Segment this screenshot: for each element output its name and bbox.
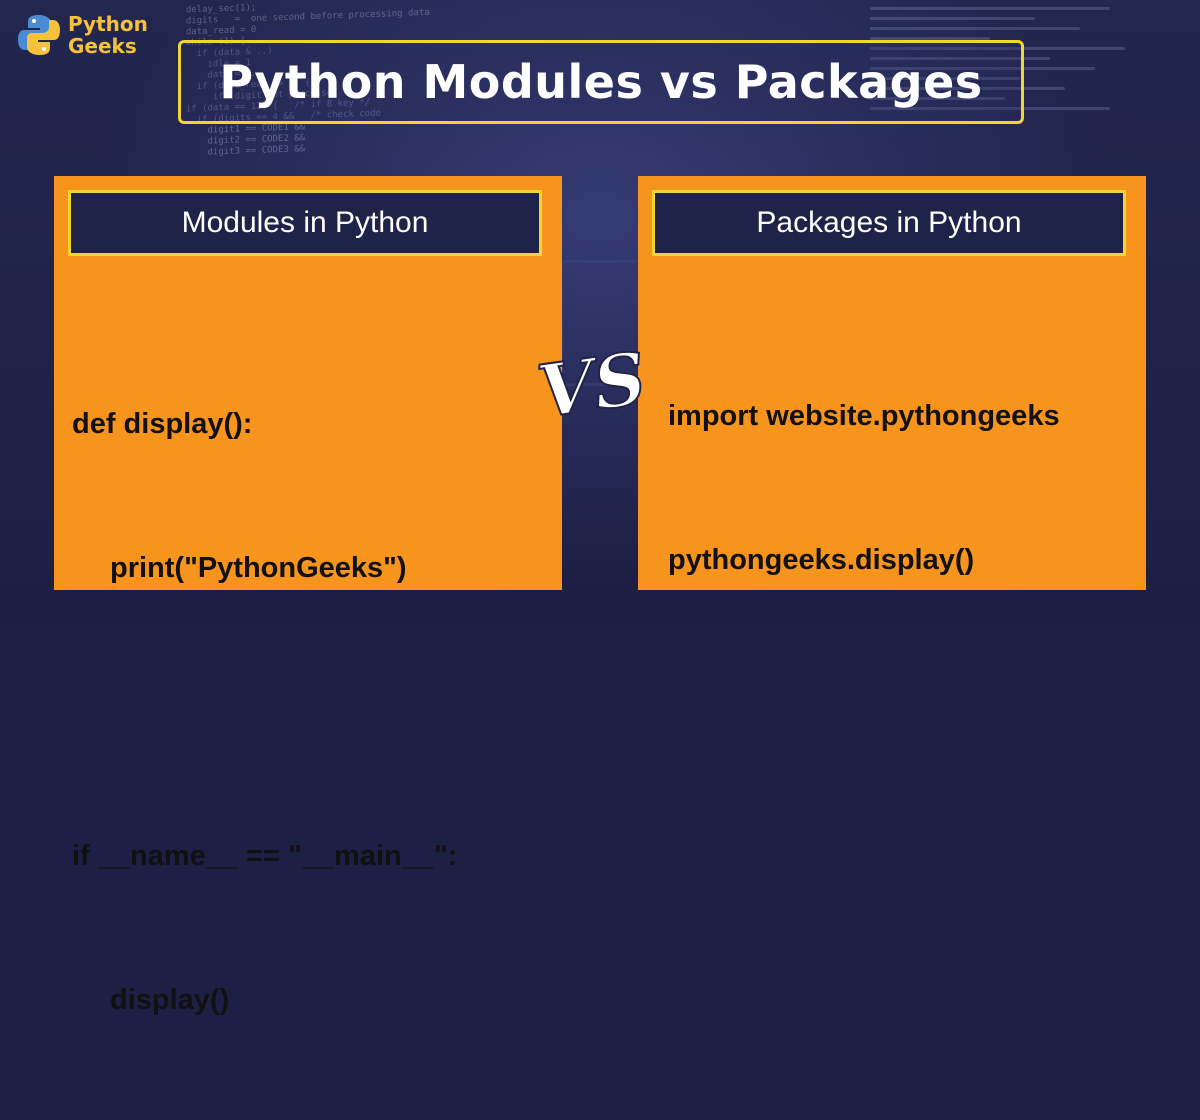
packages-code-block: import website.pythongeeks pythongeeks.d… — [668, 296, 1060, 680]
code-line: if __name__ == "__main__": — [72, 840, 458, 872]
code-line: import website.pythongeeks — [668, 400, 1060, 432]
packages-panel: Packages in Python import website.python… — [638, 176, 1146, 590]
python-logo-icon — [18, 15, 60, 55]
brand-name-line1: Python — [68, 12, 148, 36]
title-frame: Python Modules vs Packages — [178, 40, 1024, 124]
vs-label: VS — [533, 340, 652, 430]
code-line: display() — [110, 984, 230, 1016]
vs-graphic: VS — [532, 340, 653, 430]
code-line: pythongeeks.display() — [668, 544, 975, 576]
code-line: print("PythonGeeks") — [110, 552, 407, 584]
brand-name-line2: Geeks — [68, 34, 137, 58]
page-title: Python Modules vs Packages — [219, 55, 983, 109]
modules-panel: Modules in Python def display(): print("… — [54, 176, 562, 1016]
modules-code-block: def display(): print("PythonGeeks") if _… — [72, 304, 457, 1120]
code-line: def display(): — [72, 408, 253, 440]
packages-panel-header: Packages in Python — [652, 190, 1126, 256]
modules-panel-header: Modules in Python — [68, 190, 542, 256]
brand-logo: Python Geeks — [16, 12, 148, 58]
